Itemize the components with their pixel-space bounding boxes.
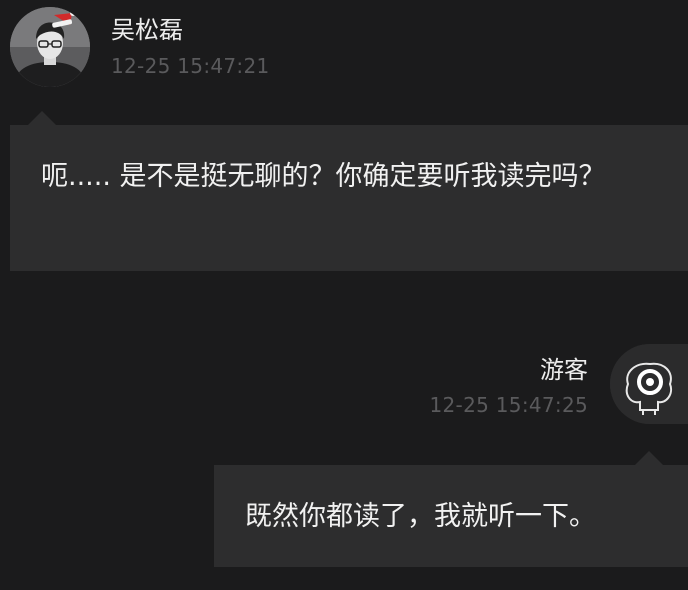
- message-text: 呃..... 是不是挺无聊的？你确定要听我读完吗？: [41, 161, 606, 192]
- message-timestamp: 12-25 15:47:21: [111, 54, 270, 78]
- sender-avatar[interactable]: [10, 7, 90, 87]
- guest-camera-icon: [610, 344, 688, 424]
- chat-view: 吴松磊 12-25 15:47:21 呃..... 是不是挺无聊的？你确定要听我…: [0, 0, 688, 590]
- avatar-photo-icon: [10, 7, 90, 87]
- message-bubble-incoming[interactable]: 呃..... 是不是挺无聊的？你确定要听我读完吗？: [10, 125, 688, 271]
- guest-avatar[interactable]: [610, 344, 688, 424]
- message-timestamp: 12-25 15:47:25: [429, 393, 588, 417]
- message-bubble-outgoing[interactable]: 既然你都读了，我就听一下。: [214, 465, 688, 567]
- message-text: 既然你都读了，我就听一下。: [245, 501, 596, 532]
- bubble-caret: [635, 451, 663, 465]
- sender-name: 游客: [540, 356, 588, 384]
- sender-name: 吴松磊: [111, 16, 183, 44]
- bubble-caret: [28, 111, 56, 125]
